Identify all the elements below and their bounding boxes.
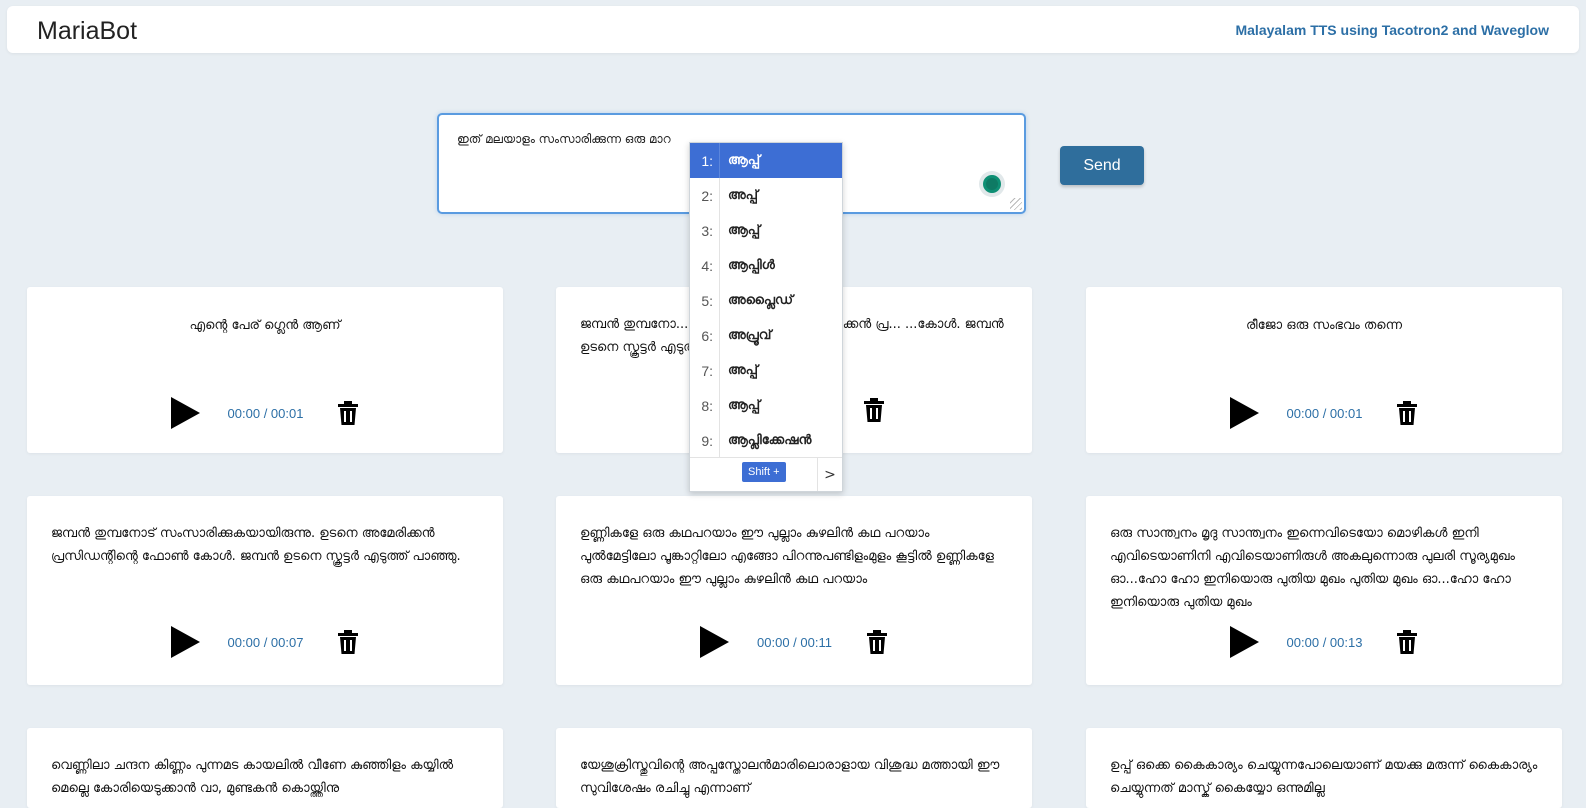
suggestion-item[interactable]: 5: അപ്ലൈഡ് [690, 283, 842, 318]
resize-handle-icon[interactable] [1010, 198, 1022, 210]
suggestion-item[interactable]: 2: അപ്പ് [690, 178, 842, 213]
card-text: ജമ്പൻ തുമ്പനോട് സംസാരിക്കുകയായിരുന്നു. ഉ… [51, 526, 461, 564]
card-text: ഉപ്പ് ഒക്കെ കൈകാര്യം ചെയ്യുന്നപോലെയാണ് മ… [1110, 758, 1538, 796]
audio-card: ഉപ്പ് ഒക്കെ കൈകാര്യം ചെയ്യുന്നപോലെയാണ് മ… [1086, 728, 1562, 808]
play-icon[interactable] [700, 626, 730, 658]
suggestion-item[interactable]: 6: അപ്രൂവ് [690, 318, 842, 353]
trash-icon[interactable] [866, 629, 888, 655]
audio-card: വെണ്ണിലാ ചന്ദന കിണ്ണം പുന്നമട കായലിൽ വീണ… [27, 728, 503, 808]
next-page-button[interactable]: > [817, 458, 842, 491]
card-text: രീജോ ഒരു സംഭവം തന്നെ [1246, 318, 1402, 333]
audio-player: 00:00 / 00:07 [27, 626, 503, 658]
input-text-value: ഇത് മലയാളം സംസാരിക്കുന്ന ഒരു മാറ [457, 132, 671, 146]
time-display: 00:00 / 00:07 [227, 634, 304, 650]
grammarly-icon[interactable] [979, 171, 1005, 197]
audio-player: 00:00 / 00:11 [556, 626, 1032, 658]
play-icon[interactable] [1229, 626, 1259, 658]
suggestion-dropdown: 1: ആപ്പ് 2: അപ്പ് 3: ആപ്പ് 4: ആപ്പിൾ 5: … [689, 142, 843, 492]
suggestion-item[interactable]: 8: ആപ്പ് [690, 388, 842, 423]
top-navbar: MariaBot Malayalam TTS using Tacotron2 a… [7, 6, 1579, 53]
audio-player: 00:00 / 00:01 [1086, 397, 1562, 429]
time-display: 00:00 / 00:11 [757, 634, 832, 650]
trash-icon[interactable] [1396, 400, 1418, 426]
card-text: എന്റെ പേര് ഗ്ലെൻ ആണ് [189, 318, 341, 333]
card-text: ഉണ്ണികളേ ഒരു കഥപറയാം ഈ പുല്ലാം കുഴലിൻ കഥ… [580, 526, 994, 587]
trash-icon[interactable] [337, 629, 359, 655]
play-icon[interactable] [170, 626, 200, 658]
trash-icon[interactable] [1396, 629, 1418, 655]
suggestion-footer: Shift + > [690, 457, 842, 491]
card-text: യേശുക്രിസ്തുവിന്റെ അപ്പസ്തോലൻമാരിലൊരാളായ… [580, 758, 1000, 796]
brand-title[interactable]: MariaBot [37, 17, 137, 46]
play-icon[interactable] [170, 397, 200, 429]
card-text: വെണ്ണിലാ ചന്ദന കിണ്ണം പുന്നമട കായലിൽ വീണ… [51, 758, 454, 796]
suggestion-item[interactable]: 1: ആപ്പ് [690, 143, 842, 178]
trash-icon[interactable] [337, 400, 359, 426]
audio-card: യേശുക്രിസ്തുവിന്റെ അപ്പസ്തോലൻമാരിലൊരാളായ… [556, 728, 1032, 808]
audio-card: ഒരു സാന്ത്വനം മൃദു സാന്ത്വനം ഇന്നെവിടെയോ… [1086, 496, 1562, 685]
audio-player: 00:00 / 00:13 [1086, 626, 1562, 658]
trash-icon[interactable] [863, 397, 885, 423]
card-text: ഒരു സാന്ത്വനം മൃദു സാന്ത്വനം ഇന്നെവിടെയോ… [1110, 526, 1516, 610]
suggestion-item[interactable]: 3: ആപ്പ് [690, 213, 842, 248]
shift-button[interactable]: Shift + [742, 462, 786, 482]
time-display: 00:00 / 00:01 [1286, 405, 1363, 421]
audio-card: രീജോ ഒരു സംഭവം തന്നെ 00:00 / 00:01 [1086, 287, 1562, 453]
suggestion-item[interactable]: 7: അപ്പ് [690, 353, 842, 388]
time-display: 00:00 / 00:01 [227, 405, 304, 421]
suggestion-item[interactable]: 4: ആപ്പിൾ [690, 248, 842, 283]
send-button[interactable]: Send [1060, 146, 1144, 185]
audio-card: ജമ്പൻ തുമ്പനോട് സംസാരിക്കുകയായിരുന്നു. ഉ… [27, 496, 503, 685]
audio-card: എന്റെ പേര് ഗ്ലെൻ ആണ് 00:00 / 00:01 [27, 287, 503, 453]
play-icon[interactable] [1229, 397, 1259, 429]
audio-player: 00:00 / 00:01 [27, 397, 503, 429]
suggestion-item[interactable]: 9: ആപ്ലിക്കേഷൻ [690, 423, 842, 458]
time-display: 00:00 / 00:13 [1286, 634, 1363, 650]
audio-card: ഉണ്ണികളേ ഒരു കഥപറയാം ഈ പുല്ലാം കുഴലിൻ കഥ… [556, 496, 1032, 685]
app-subtitle[interactable]: Malayalam TTS using Tacotron2 and Wavegl… [1235, 22, 1549, 38]
